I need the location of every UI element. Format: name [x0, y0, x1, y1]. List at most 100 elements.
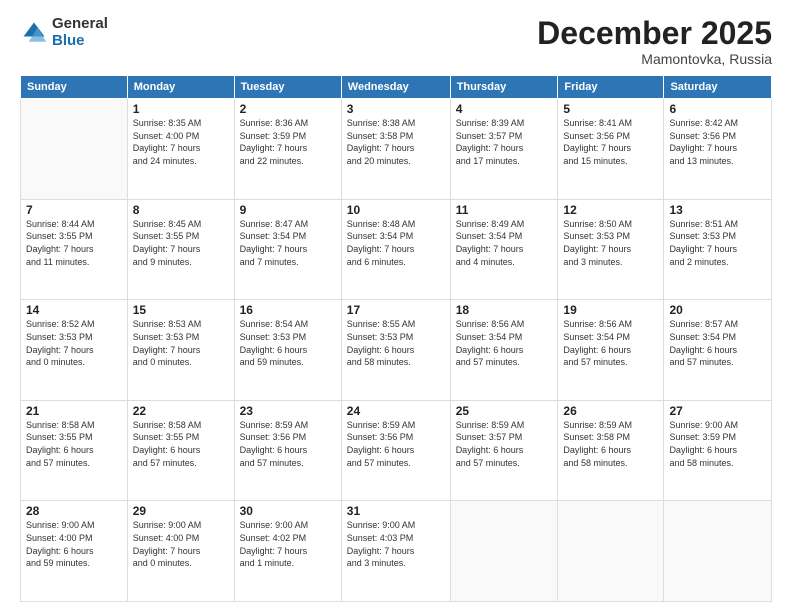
day-number: 18 — [456, 303, 553, 317]
calendar-week-row: 7Sunrise: 8:44 AM Sunset: 3:55 PM Daylig… — [21, 199, 772, 300]
day-info: Sunrise: 8:41 AM Sunset: 3:56 PM Dayligh… — [563, 117, 658, 167]
table-row: 24Sunrise: 8:59 AM Sunset: 3:56 PM Dayli… — [341, 400, 450, 501]
logo-icon — [20, 19, 48, 47]
day-info: Sunrise: 8:59 AM Sunset: 3:57 PM Dayligh… — [456, 419, 553, 469]
table-row: 25Sunrise: 8:59 AM Sunset: 3:57 PM Dayli… — [450, 400, 558, 501]
table-row — [558, 501, 664, 602]
day-number: 24 — [347, 404, 445, 418]
table-row: 19Sunrise: 8:56 AM Sunset: 3:54 PM Dayli… — [558, 300, 664, 401]
table-row: 27Sunrise: 9:00 AM Sunset: 3:59 PM Dayli… — [664, 400, 772, 501]
table-row: 28Sunrise: 9:00 AM Sunset: 4:00 PM Dayli… — [21, 501, 128, 602]
day-info: Sunrise: 8:44 AM Sunset: 3:55 PM Dayligh… — [26, 218, 122, 268]
table-row: 8Sunrise: 8:45 AM Sunset: 3:55 PM Daylig… — [127, 199, 234, 300]
logo-text: General Blue — [52, 16, 108, 49]
day-info: Sunrise: 8:54 AM Sunset: 3:53 PM Dayligh… — [240, 318, 336, 368]
table-row: 5Sunrise: 8:41 AM Sunset: 3:56 PM Daylig… — [558, 99, 664, 200]
day-number: 16 — [240, 303, 336, 317]
calendar-week-row: 28 Sunrise: 9:00 AM Sunset: 4:00 PM Dayli… — [21, 501, 772, 602]
location: Mamontovka, Russia — [537, 51, 772, 67]
day-number: 20 — [669, 303, 766, 317]
day-info: Sunrise: 9:00 AM Sunset: 3:59 PM Dayligh… — [669, 419, 766, 469]
table-row: 16Sunrise: 8:54 AM Sunset: 3:53 PM Dayli… — [234, 300, 341, 401]
day-number: 4 — [456, 102, 553, 116]
day-info: Sunrise: 8:59 AM Sunset: 3:58 PM Dayligh… — [563, 419, 658, 469]
header-tuesday: Tuesday — [234, 76, 341, 99]
title-block: December 2025 Mamontovka, Russia — [537, 16, 772, 67]
table-row: 20Sunrise: 8:57 AM Sunset: 3:54 PM Dayli… — [664, 300, 772, 401]
day-info: Sunrise: 8:56 AM Sunset: 3:54 PM Dayligh… — [456, 318, 553, 368]
header-wednesday: Wednesday — [341, 76, 450, 99]
day-info: Sunrise: 8:39 AM Sunset: 3:57 PM Dayligh… — [456, 117, 553, 167]
header-monday: Monday — [127, 76, 234, 99]
day-number: 21 — [26, 404, 122, 418]
table-row: 22Sunrise: 8:58 AM Sunset: 3:55 PM Dayli… — [127, 400, 234, 501]
table-row: 29Sunrise: 9:00 AM Sunset: 4:00 PM Dayli… — [127, 501, 234, 602]
table-row: 2Sunrise: 8:36 AM Sunset: 3:59 PM Daylig… — [234, 99, 341, 200]
day-number: 12 — [563, 203, 658, 217]
table-row: 10Sunrise: 8:48 AM Sunset: 3:54 PM Dayli… — [341, 199, 450, 300]
table-row: 31Sunrise: 9:00 AM Sunset: 4:03 PM Dayli… — [341, 501, 450, 602]
calendar: Sunday Monday Tuesday Wednesday Thursday… — [20, 75, 772, 602]
day-number: 6 — [669, 102, 766, 116]
day-info: Sunrise: 9:00 AM Sunset: 4:00 PM Dayligh… — [133, 519, 229, 569]
table-row: 18Sunrise: 8:56 AM Sunset: 3:54 PM Dayli… — [450, 300, 558, 401]
day-info: Sunrise: 8:52 AM Sunset: 3:53 PM Dayligh… — [26, 318, 122, 368]
day-number: 3 — [347, 102, 445, 116]
day-number: 22 — [133, 404, 229, 418]
day-number: 13 — [669, 203, 766, 217]
day-info: Sunrise: 8:58 AM Sunset: 3:55 PM Dayligh… — [133, 419, 229, 469]
day-number: 28 — [26, 504, 122, 518]
page-header: General Blue December 2025 Mamontovka, R… — [20, 16, 772, 67]
day-number: 23 — [240, 404, 336, 418]
table-row: 7Sunrise: 8:44 AM Sunset: 3:55 PM Daylig… — [21, 199, 128, 300]
day-info: Sunrise: 8:50 AM Sunset: 3:53 PM Dayligh… — [563, 218, 658, 268]
table-row: 17Sunrise: 8:55 AM Sunset: 3:53 PM Dayli… — [341, 300, 450, 401]
table-row — [664, 501, 772, 602]
day-number: 19 — [563, 303, 658, 317]
logo: General Blue — [20, 16, 108, 49]
table-row: 1Sunrise: 8:35 AM Sunset: 4:00 PM Daylig… — [127, 99, 234, 200]
logo-blue: Blue — [52, 33, 108, 50]
table-row: 9Sunrise: 8:47 AM Sunset: 3:54 PM Daylig… — [234, 199, 341, 300]
day-number: 2 — [240, 102, 336, 116]
day-info: Sunrise: 8:36 AM Sunset: 3:59 PM Dayligh… — [240, 117, 336, 167]
day-number: 9 — [240, 203, 336, 217]
header-saturday: Saturday — [664, 76, 772, 99]
table-row: 14Sunrise: 8:52 AM Sunset: 3:53 PM Dayli… — [21, 300, 128, 401]
calendar-week-row: 21Sunrise: 8:58 AM Sunset: 3:55 PM Dayli… — [21, 400, 772, 501]
calendar-week-row: 14Sunrise: 8:52 AM Sunset: 3:53 PM Dayli… — [21, 300, 772, 401]
day-info: Sunrise: 8:35 AM Sunset: 4:00 PM Dayligh… — [133, 117, 229, 167]
day-info: Sunrise: 8:49 AM Sunset: 3:54 PM Dayligh… — [456, 218, 553, 268]
day-info: Sunrise: 8:57 AM Sunset: 3:54 PM Dayligh… — [669, 318, 766, 368]
table-row: 12Sunrise: 8:50 AM Sunset: 3:53 PM Dayli… — [558, 199, 664, 300]
day-info: Sunrise: 8:48 AM Sunset: 3:54 PM Dayligh… — [347, 218, 445, 268]
table-row: 21Sunrise: 8:58 AM Sunset: 3:55 PM Dayli… — [21, 400, 128, 501]
day-info: Sunrise: 8:56 AM Sunset: 3:54 PM Dayligh… — [563, 318, 658, 368]
day-number: 11 — [456, 203, 553, 217]
day-info: Sunrise: 8:58 AM Sunset: 3:55 PM Dayligh… — [26, 419, 122, 469]
day-number: 17 — [347, 303, 445, 317]
calendar-header-row: Sunday Monday Tuesday Wednesday Thursday… — [21, 76, 772, 99]
table-row: 11Sunrise: 8:49 AM Sunset: 3:54 PM Dayli… — [450, 199, 558, 300]
day-number: 15 — [133, 303, 229, 317]
day-info: Sunrise: 8:59 AM Sunset: 3:56 PM Dayligh… — [347, 419, 445, 469]
logo-general: General — [52, 16, 108, 33]
table-row — [21, 99, 128, 200]
day-info: Sunrise: 8:42 AM Sunset: 3:56 PM Dayligh… — [669, 117, 766, 167]
day-info: Sunrise: 8:59 AM Sunset: 3:56 PM Dayligh… — [240, 419, 336, 469]
calendar-week-row: 1Sunrise: 8:35 AM Sunset: 4:00 PM Daylig… — [21, 99, 772, 200]
month-title: December 2025 — [537, 16, 772, 51]
day-number: 5 — [563, 102, 658, 116]
table-row — [450, 501, 558, 602]
table-row: 15Sunrise: 8:53 AM Sunset: 3:53 PM Dayli… — [127, 300, 234, 401]
table-row: 13Sunrise: 8:51 AM Sunset: 3:53 PM Dayli… — [664, 199, 772, 300]
day-info: Sunrise: 8:45 AM Sunset: 3:55 PM Dayligh… — [133, 218, 229, 268]
table-row: 4Sunrise: 8:39 AM Sunset: 3:57 PM Daylig… — [450, 99, 558, 200]
day-number: 30 — [240, 504, 336, 518]
day-info: Sunrise: 9:00 AM Sunset: 4:03 PM Dayligh… — [347, 519, 445, 569]
day-number: 26 — [563, 404, 658, 418]
table-row: 3Sunrise: 8:38 AM Sunset: 3:58 PM Daylig… — [341, 99, 450, 200]
header-sunday: Sunday — [21, 76, 128, 99]
day-info: Sunrise: 8:38 AM Sunset: 3:58 PM Dayligh… — [347, 117, 445, 167]
day-number: 10 — [347, 203, 445, 217]
